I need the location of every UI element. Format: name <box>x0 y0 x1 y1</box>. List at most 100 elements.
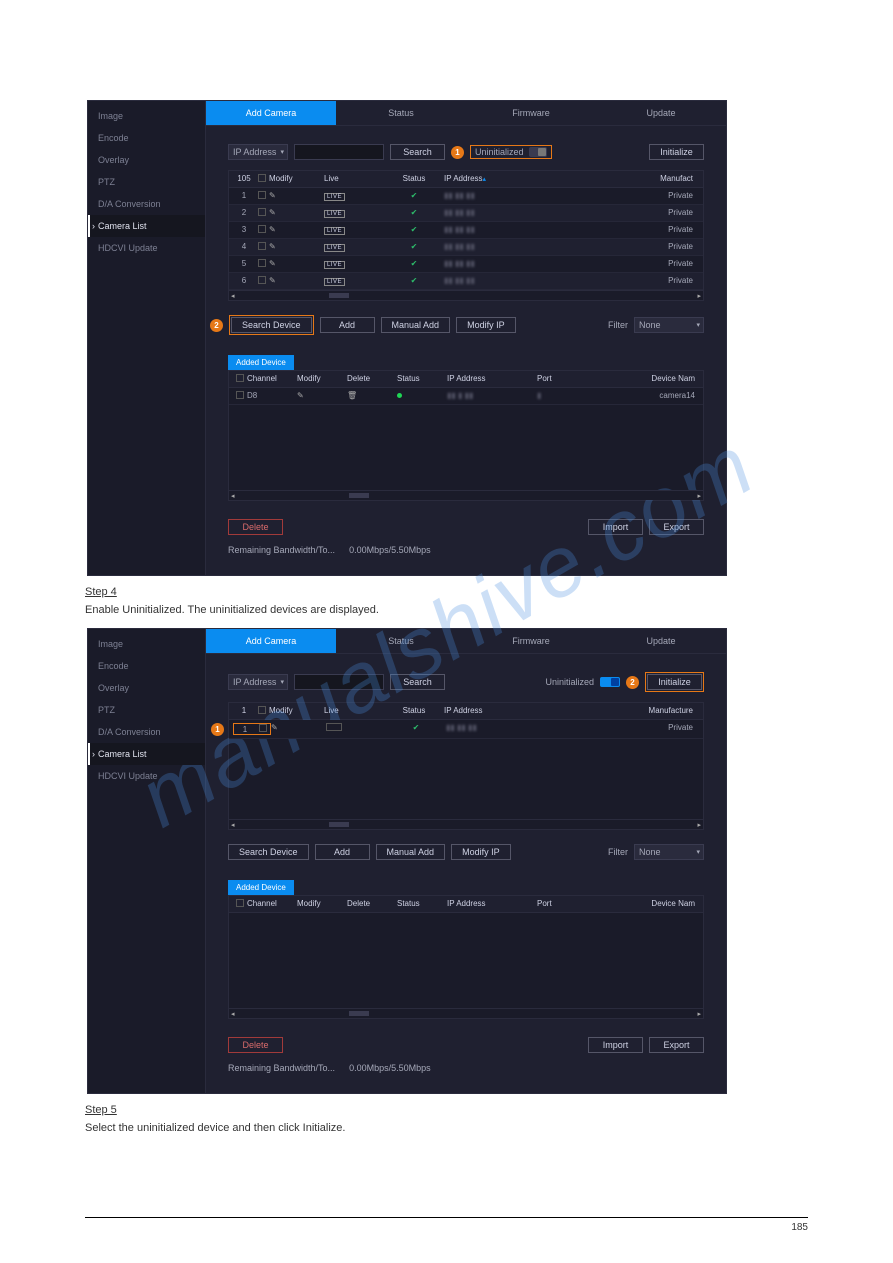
search-device-button[interactable]: Search Device <box>228 844 309 860</box>
search-button[interactable]: Search <box>390 144 445 160</box>
col-device-name: Device Nam <box>587 374 699 384</box>
col-ip-address[interactable]: IP Address▴ <box>444 174 544 184</box>
scroll-right-icon[interactable]: ▸ <box>697 292 701 300</box>
search-input[interactable] <box>294 144 384 160</box>
row-checkbox[interactable] <box>258 208 266 216</box>
sidebar-item-overlay[interactable]: Overlay <box>88 677 205 699</box>
scroll-left-icon[interactable]: ◂ <box>231 821 235 829</box>
scroll-thumb[interactable] <box>349 1011 369 1016</box>
tab-status[interactable]: Status <box>336 629 466 653</box>
uninitialized-toggle[interactable] <box>529 147 547 157</box>
edit-icon[interactable]: ✎ <box>269 259 276 268</box>
filter-type-select[interactable]: IP Address <box>228 674 288 690</box>
delete-button[interactable]: Delete <box>228 519 283 535</box>
live-icon[interactable]: LIVE <box>324 278 345 286</box>
select-all-checkbox[interactable] <box>258 174 266 182</box>
row-checkbox[interactable] <box>259 724 267 732</box>
initialize-button[interactable]: Initialize <box>649 144 704 160</box>
row-checkbox[interactable] <box>258 242 266 250</box>
tab-firmware[interactable]: Firmware <box>466 101 596 125</box>
select-all-checkbox[interactable] <box>236 899 244 907</box>
sidebar-item-hdcvi-update[interactable]: HDCVI Update <box>88 765 205 787</box>
filter-select[interactable]: None <box>634 844 704 860</box>
horizontal-scrollbar[interactable]: ◂▸ <box>229 1008 703 1018</box>
col-status: Status <box>397 899 447 909</box>
tab-add-camera[interactable]: Add Camera <box>206 101 336 125</box>
scroll-thumb[interactable] <box>329 293 349 298</box>
sidebar-item-camera-list[interactable]: ›Camera List <box>88 743 205 765</box>
search-device-button[interactable]: Search Device <box>231 317 312 333</box>
live-icon[interactable]: LIVE <box>324 227 345 235</box>
trash-icon[interactable]: 🗑 <box>347 391 357 400</box>
search-button[interactable]: Search <box>390 674 445 690</box>
export-button[interactable]: Export <box>649 1037 704 1053</box>
scroll-right-icon[interactable]: ▸ <box>697 492 701 500</box>
scroll-left-icon[interactable]: ◂ <box>231 292 235 300</box>
add-button[interactable]: Add <box>315 844 370 860</box>
scroll-right-icon[interactable]: ▸ <box>697 821 701 829</box>
row-checkbox[interactable] <box>236 391 244 399</box>
sidebar-item-da-conversion[interactable]: D/A Conversion <box>88 721 205 743</box>
sidebar-item-da-conversion[interactable]: D/A Conversion <box>88 193 205 215</box>
select-all-checkbox[interactable] <box>258 706 266 714</box>
sidebar-item-image[interactable]: Image <box>88 633 205 655</box>
row-checkbox[interactable] <box>258 276 266 284</box>
sidebar-item-camera-list[interactable]: ›Camera List <box>88 215 205 237</box>
filter-select[interactable]: None <box>634 317 704 333</box>
status-ok-icon: ✔ <box>411 259 418 268</box>
edit-icon[interactable]: ✎ <box>269 242 276 251</box>
live-icon[interactable]: LIVE <box>324 261 345 269</box>
tab-firmware[interactable]: Firmware <box>466 629 596 653</box>
callout-2: 2 <box>210 319 223 332</box>
add-button[interactable]: Add <box>320 317 375 333</box>
modify-ip-button[interactable]: Modify IP <box>451 844 511 860</box>
filter-type-select[interactable]: IP Address <box>228 144 288 160</box>
manual-add-button[interactable]: Manual Add <box>376 844 446 860</box>
added-device-tab[interactable]: Added Device <box>228 355 294 370</box>
uninitialized-toggle[interactable] <box>600 677 620 687</box>
sidebar-item-ptz[interactable]: PTZ <box>88 699 205 721</box>
added-device-tab[interactable]: Added Device <box>228 880 294 895</box>
scroll-left-icon[interactable]: ◂ <box>231 1010 235 1018</box>
live-icon[interactable]: LIVE <box>324 210 345 218</box>
initialize-button[interactable]: Initialize <box>647 674 702 690</box>
sidebar-item-ptz[interactable]: PTZ <box>88 171 205 193</box>
live-icon[interactable]: LIVE <box>324 244 345 252</box>
select-all-checkbox[interactable] <box>236 374 244 382</box>
export-button[interactable]: Export <box>649 519 704 535</box>
import-button[interactable]: Import <box>588 519 643 535</box>
edit-icon[interactable]: ✎ <box>269 225 276 234</box>
tab-add-camera[interactable]: Add Camera <box>206 629 336 653</box>
horizontal-scrollbar[interactable]: ◂▸ <box>229 490 703 500</box>
live-icon[interactable]: LIVE <box>324 193 345 201</box>
sidebar-item-image[interactable]: Image <box>88 105 205 127</box>
tab-update[interactable]: Update <box>596 629 726 653</box>
import-button[interactable]: Import <box>588 1037 643 1053</box>
manual-add-button[interactable]: Manual Add <box>381 317 451 333</box>
modify-ip-button[interactable]: Modify IP <box>456 317 516 333</box>
search-input[interactable] <box>294 674 384 690</box>
sidebar-item-hdcvi-update[interactable]: HDCVI Update <box>88 237 205 259</box>
tab-status[interactable]: Status <box>336 101 466 125</box>
row-checkbox[interactable] <box>258 191 266 199</box>
sidebar-item-encode[interactable]: Encode <box>88 127 205 149</box>
scroll-thumb[interactable] <box>329 822 349 827</box>
sidebar-item-encode[interactable]: Encode <box>88 655 205 677</box>
row-checkbox[interactable] <box>258 225 266 233</box>
delete-button[interactable]: Delete <box>228 1037 283 1053</box>
edit-icon[interactable]: ✎ <box>271 723 278 732</box>
horizontal-scrollbar[interactable]: ◂▸ <box>229 819 703 829</box>
edit-icon[interactable]: ✎ <box>269 191 276 200</box>
edit-icon[interactable]: ✎ <box>269 208 276 217</box>
edit-icon[interactable]: ✎ <box>269 276 276 285</box>
scroll-left-icon[interactable]: ◂ <box>231 492 235 500</box>
scroll-thumb[interactable] <box>349 493 369 498</box>
manufacturer-cell: Private <box>544 208 699 218</box>
row-checkbox[interactable] <box>258 259 266 267</box>
horizontal-scrollbar[interactable]: ◂▸ <box>229 290 703 300</box>
tab-update[interactable]: Update <box>596 101 726 125</box>
live-icon[interactable] <box>326 723 342 731</box>
scroll-right-icon[interactable]: ▸ <box>697 1010 701 1018</box>
sidebar-item-overlay[interactable]: Overlay <box>88 149 205 171</box>
edit-icon[interactable]: ✎ <box>297 391 304 400</box>
